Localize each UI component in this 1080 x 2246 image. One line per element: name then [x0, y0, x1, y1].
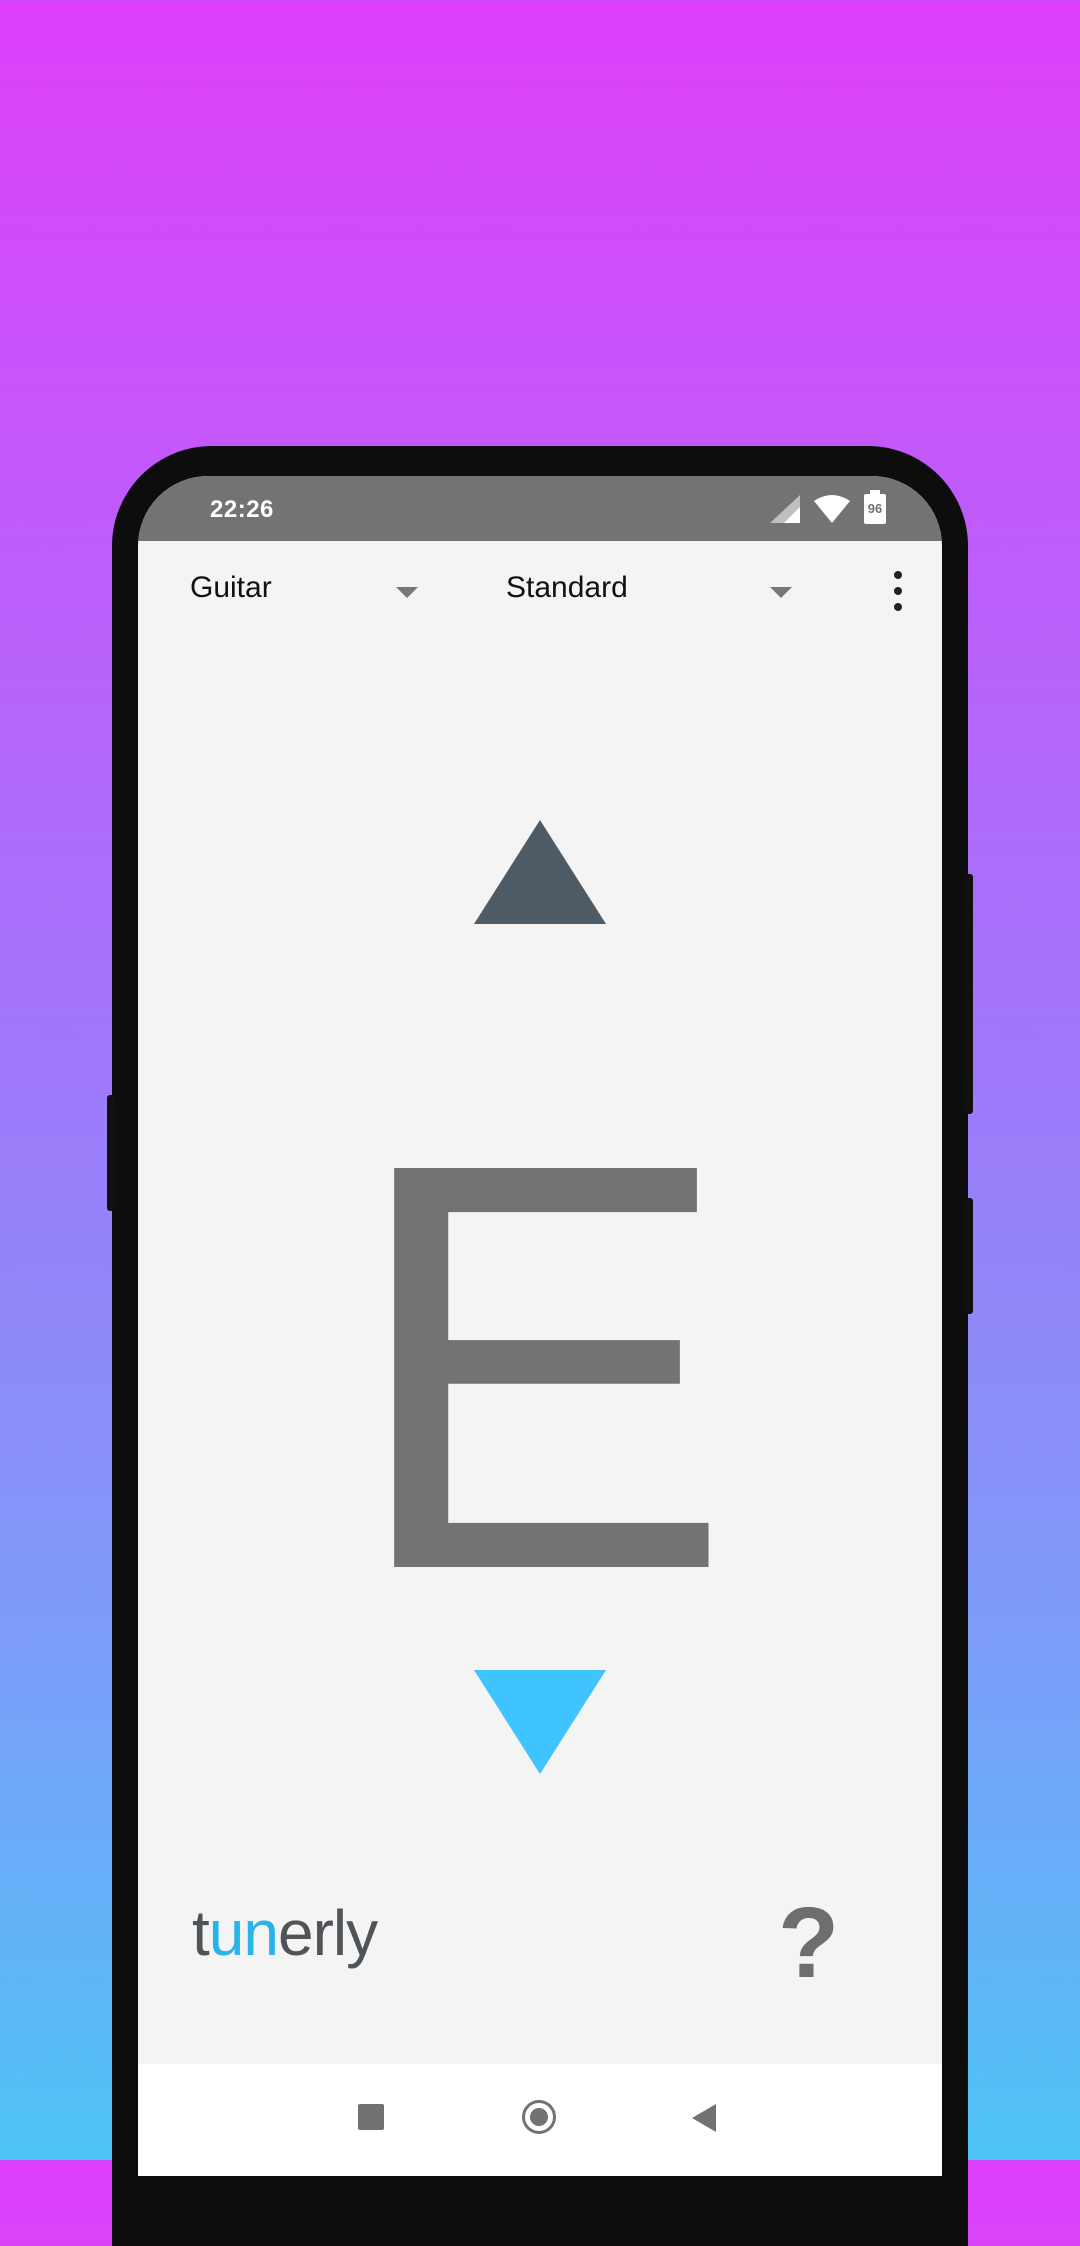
- instrument-dropdown-arrow-icon[interactable]: [396, 587, 418, 598]
- app-screen: 22:26 ↑↓ 96 Guitar Standard E tunerly ?: [138, 476, 942, 2176]
- more-vert-icon[interactable]: [892, 571, 904, 611]
- tune-up-indicator-icon: [474, 820, 606, 924]
- phone-side-button-left: [107, 1095, 115, 1211]
- battery-icon: 96: [864, 490, 886, 524]
- tuning-dropdown[interactable]: Standard: [506, 571, 628, 605]
- status-time: 22:26: [210, 496, 274, 523]
- tunerly-logo: tunerly: [192, 1897, 378, 1969]
- recents-icon[interactable]: [358, 2104, 384, 2130]
- toolbar: Guitar Standard: [138, 541, 942, 651]
- navigation-bar: [138, 2064, 942, 2176]
- battery-level: 96: [867, 501, 883, 516]
- phone-side-button-right-1: [965, 874, 973, 1114]
- tuning-label: Standard: [506, 571, 628, 604]
- tune-down-indicator-icon: [474, 1670, 606, 1774]
- help-button[interactable]: ?: [778, 1886, 839, 2001]
- back-icon[interactable]: [692, 2104, 716, 2132]
- status-bar: 22:26 ↑↓ 96: [138, 476, 942, 541]
- status-icons: ↑↓ 96: [770, 490, 886, 524]
- instrument-label: Guitar: [190, 571, 272, 604]
- wifi-icon: ↑↓: [814, 495, 850, 523]
- phone-side-button-right-2: [965, 1198, 973, 1314]
- instrument-dropdown[interactable]: Guitar: [190, 571, 272, 605]
- home-icon[interactable]: [522, 2100, 556, 2134]
- tuning-dropdown-arrow-icon[interactable]: [770, 587, 792, 598]
- signal-icon: [770, 495, 800, 523]
- svg-text:↑↓: ↑↓: [837, 514, 847, 523]
- note-display: E: [346, 1042, 734, 1690]
